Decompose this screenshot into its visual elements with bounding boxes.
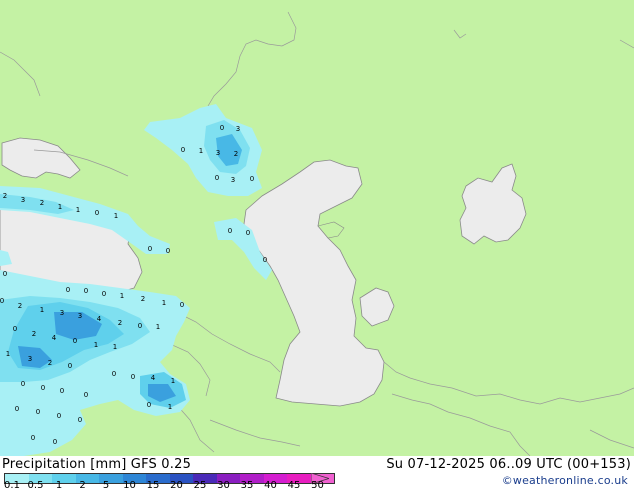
precip-value: 1 bbox=[199, 147, 203, 155]
precip-value: 0 bbox=[166, 247, 170, 255]
precip-value: 0 bbox=[263, 256, 267, 264]
precip-value: 2 bbox=[48, 359, 52, 367]
precip-value: 3 bbox=[60, 309, 64, 317]
precip-value: 2 bbox=[32, 330, 36, 338]
precip-value: 1 bbox=[162, 299, 166, 307]
precip-value: 0 bbox=[66, 286, 70, 294]
precip-value: 0 bbox=[215, 174, 219, 182]
precip-value: 1 bbox=[120, 292, 124, 300]
legend-label: 2 bbox=[79, 480, 86, 491]
legend-label: 40 bbox=[264, 480, 277, 491]
precip-value: 0 bbox=[0, 297, 4, 305]
legend-label: 0.5 bbox=[27, 480, 44, 491]
map-title: Precipitation [mm] GFS 0.25 bbox=[2, 457, 192, 472]
precip-value: 3 bbox=[231, 176, 235, 184]
legend-label: 20 bbox=[170, 480, 183, 491]
precip-value: 0 bbox=[57, 412, 61, 420]
precip-value: 1 bbox=[58, 203, 62, 211]
precip-value: 2 bbox=[3, 192, 7, 200]
legend-label: 10 bbox=[123, 480, 136, 491]
precip-value: 2 bbox=[18, 302, 22, 310]
precip-value: 0 bbox=[31, 434, 35, 442]
precip-value: 1 bbox=[94, 341, 98, 349]
precip-value: 0 bbox=[181, 146, 185, 154]
precip-value: 0 bbox=[250, 175, 254, 183]
precip-value: 0 bbox=[131, 373, 135, 381]
precip-value: 0 bbox=[21, 380, 25, 388]
precip-value: 0 bbox=[102, 290, 106, 298]
precip-value: 1 bbox=[168, 403, 172, 411]
precip-value: 0 bbox=[73, 337, 77, 345]
legend-label: 15 bbox=[146, 480, 160, 491]
legend-label: 45 bbox=[287, 480, 301, 491]
precip-value: 2 bbox=[141, 295, 145, 303]
precip-value: 0 bbox=[15, 405, 19, 413]
precip-value: 4 bbox=[151, 374, 156, 382]
precip-value: 0 bbox=[180, 301, 184, 309]
precip-value: 1 bbox=[6, 350, 10, 358]
precip-value: 0 bbox=[95, 209, 99, 217]
precip-value: 0 bbox=[138, 322, 142, 330]
precip-value: 1 bbox=[40, 306, 44, 314]
precip-value: 0 bbox=[68, 362, 72, 370]
credit-link[interactable]: ©weatheronline.co.uk bbox=[502, 474, 628, 487]
precip-value: 0 bbox=[13, 325, 17, 333]
precip-value: 0 bbox=[112, 370, 116, 378]
legend-label: 25 bbox=[193, 480, 207, 491]
precip-value: 3 bbox=[236, 125, 240, 133]
precip-value: 0 bbox=[148, 245, 152, 253]
precip-value: 0 bbox=[220, 124, 224, 132]
precip-value: 0 bbox=[60, 387, 64, 395]
legend-label: 0.1 bbox=[4, 480, 20, 491]
map-footer: Precipitation [mm] GFS 0.25 Su 07-12-202… bbox=[0, 456, 634, 491]
precip-value: 1 bbox=[113, 343, 117, 351]
legend-label: 5 bbox=[102, 480, 110, 491]
precipitation-map: 3 0 0 1 3 2 0 3 0 2 3 2 1 1 0 1 0 0 0 0 0 0 0 0 0 1 2 1 0 0 2 1 3 3 4 2 0 1 0 2… bbox=[0, 0, 634, 456]
legend-label: 1 bbox=[55, 480, 63, 491]
legend-label: 30 bbox=[217, 480, 230, 491]
precip-value: 2 bbox=[118, 319, 122, 327]
precip-value: 2 bbox=[234, 150, 238, 158]
valid-time-label: Su 07-12-2025 06..09 UTC (00+153) bbox=[386, 457, 631, 472]
precip-value: 3 bbox=[216, 149, 220, 157]
precip-value: 4 bbox=[97, 315, 102, 323]
precip-value: 0 bbox=[228, 227, 232, 235]
precip-value: 3 bbox=[78, 312, 82, 320]
legend-label: 50 bbox=[311, 480, 324, 491]
precip-value: 0 bbox=[3, 270, 7, 278]
precip-value: 4 bbox=[52, 334, 57, 342]
precip-value: 1 bbox=[156, 323, 160, 331]
precip-value: 0 bbox=[53, 438, 57, 446]
precip-value: 3 bbox=[21, 196, 25, 204]
precip-value: 3 bbox=[28, 355, 32, 363]
precip-value: 0 bbox=[147, 401, 151, 409]
precip-value: 1 bbox=[114, 212, 118, 220]
precip-value: 2 bbox=[40, 199, 44, 207]
legend-label: 35 bbox=[240, 480, 254, 491]
precip-value: 0 bbox=[36, 408, 40, 416]
precip-value: 1 bbox=[76, 206, 80, 214]
precip-value: 0 bbox=[84, 287, 88, 295]
precip-value: 0 bbox=[84, 391, 88, 399]
precip-value: 0 bbox=[246, 229, 250, 237]
precip-value: 0 bbox=[41, 384, 45, 392]
precip-value: 0 bbox=[78, 416, 82, 424]
precip-value: 1 bbox=[171, 377, 175, 385]
